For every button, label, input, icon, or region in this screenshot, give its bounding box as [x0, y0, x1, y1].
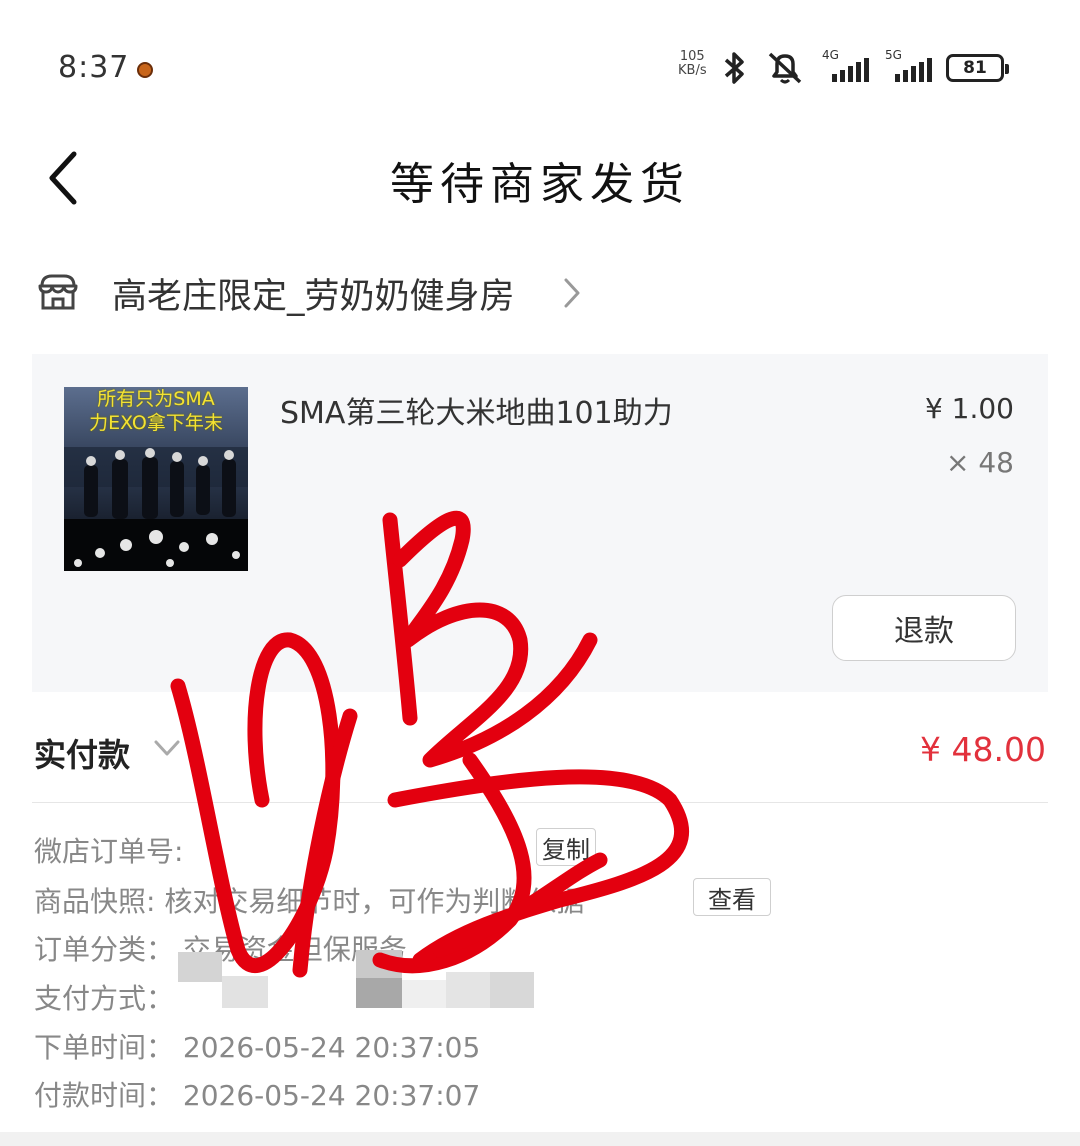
signal-5g-icon: 5G: [883, 48, 932, 82]
order-time-row: 下单时间： 2026-05-24 20:37:05: [34, 1026, 480, 1066]
pay-time-label: 付款时间：: [34, 1079, 175, 1112]
chevron-down-icon[interactable]: [152, 736, 182, 762]
network-speed-unit: KB/s: [678, 63, 707, 78]
thumbnail-caption-1: 所有只为SMA: [97, 388, 215, 410]
status-time: 8:37: [58, 50, 130, 85]
divider: [32, 802, 1048, 803]
view-snapshot-button[interactable]: 查看: [693, 878, 771, 916]
notification-dot-icon: [137, 62, 153, 78]
order-time-value: 2026-05-24 20:37:05: [182, 1031, 481, 1064]
snapshot-label: 商品快照:: [34, 885, 156, 918]
shop-name[interactable]: 高老庄限定_劳奶奶健身房: [112, 268, 515, 319]
battery-icon: 81: [946, 54, 1009, 82]
paid-label[interactable]: 实付款: [34, 730, 130, 776]
copy-button[interactable]: 复制: [536, 828, 596, 866]
signal-2-type: 5G: [885, 48, 902, 62]
mute-bell-icon: [768, 52, 802, 84]
order-number-label: 微店订单号:: [34, 835, 184, 868]
page-title: 等待商家发货: [390, 159, 690, 210]
network-speed: 105 KB/s: [678, 50, 707, 78]
bottom-bar: [0, 1132, 1080, 1146]
redacted-mosaic: [178, 950, 638, 1010]
battery-level: 81: [963, 58, 987, 78]
chevron-right-icon[interactable]: [560, 276, 584, 310]
signal-4g-icon: 4G: [820, 48, 869, 82]
order-time-label: 下单时间：: [34, 1031, 175, 1064]
signal-1-type: 4G: [822, 48, 839, 62]
bluetooth-icon: [724, 52, 744, 84]
pay-time-row: 付款时间： 2026-05-24 20:37:07: [34, 1074, 480, 1114]
snapshot-value: 核对交易细节时，可作为判断依据: [164, 885, 585, 918]
snapshot-row: 商品快照: 核对交易细节时，可作为判断依据: [34, 880, 584, 920]
paid-amount: ¥ 48.00: [920, 730, 1046, 769]
pay-time-value: 2026-05-24 20:37:07: [182, 1079, 481, 1112]
pay-method-row: 支付方式：: [34, 977, 174, 1017]
product-quantity: × 48: [946, 446, 1014, 479]
product-title[interactable]: SMA第三轮大米地曲101助力: [280, 388, 673, 432]
shop-icon[interactable]: [36, 270, 80, 314]
network-speed-value: 105: [679, 49, 705, 64]
status-icons: 4G 5G 81: [720, 48, 1009, 88]
order-number-row: 微店订单号:: [34, 830, 183, 870]
product-thumbnail[interactable]: 所有只为SMA 力EXO拿下年末: [64, 387, 248, 571]
thumbnail-caption-2: 力EXO拿下年末: [89, 412, 223, 434]
pay-method-label: 支付方式：: [34, 982, 175, 1015]
refund-button[interactable]: 退款: [832, 595, 1016, 661]
product-price: ¥ 1.00: [924, 392, 1014, 425]
category-label: 订单分类：: [34, 933, 175, 966]
